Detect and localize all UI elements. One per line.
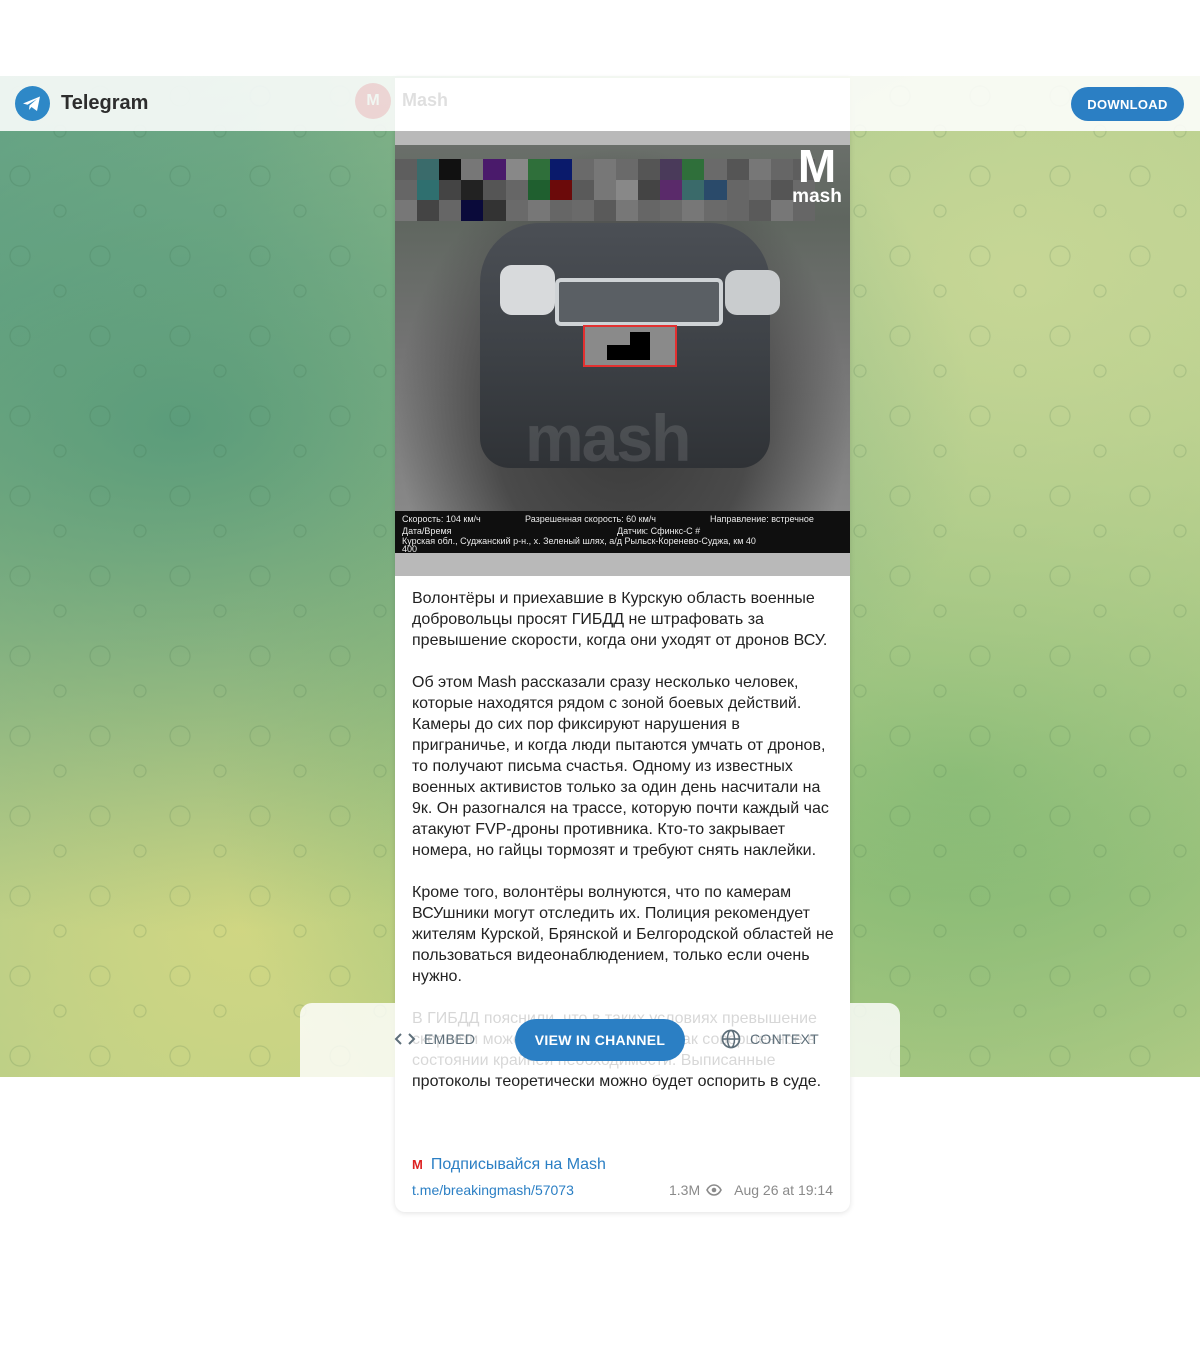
post-photo[interactable]: mash M mash Скорость: 104 км/ч Разрешенн… — [395, 131, 850, 576]
embed-button[interactable]: EMBED — [394, 1031, 475, 1047]
post-paragraph: Кроме того, волонтёры волнуются, что по … — [412, 884, 834, 985]
car-headlight-left — [500, 265, 555, 315]
pixelated-area — [395, 159, 815, 221]
car-grille — [555, 278, 723, 326]
post-link[interactable]: t.me/breakingmash/57073 — [412, 1182, 574, 1198]
post-date: Aug 26 at 19:14 — [734, 1182, 833, 1198]
overlay-direction: Направление: встречное — [710, 514, 814, 524]
overlay-allowed-speed: Разрешенная скорость: 60 км/ч — [525, 514, 656, 524]
photo-scene: mash — [395, 145, 850, 511]
embed-label: EMBED — [424, 1031, 476, 1047]
plate-censor-block — [630, 332, 650, 360]
overlay-location: Курская обл., Суджанский р-н., х. Зелены… — [402, 536, 756, 546]
channel-name: Mash — [402, 90, 449, 110]
mash-logo: M mash — [788, 140, 846, 208]
mash-m-icon: M — [412, 1157, 423, 1172]
download-button[interactable]: DOWNLOAD — [1071, 87, 1184, 121]
camera-data-overlay: Скорость: 104 км/ч Разрешенная скорость:… — [395, 511, 850, 554]
car-headlight-right — [725, 270, 780, 315]
code-brackets-icon — [394, 1033, 416, 1045]
context-label: CONTEXT — [750, 1031, 819, 1047]
mash-logo-letter: M — [797, 140, 837, 192]
subscribe-text[interactable]: Подписывайся на Mash — [431, 1156, 606, 1173]
eye-icon — [706, 1184, 723, 1196]
post-paragraph: Волонтёры и приехавшие в Курскую область… — [412, 590, 828, 649]
photo-watermark: mash — [525, 401, 691, 475]
subscribe-link[interactable]: M Подписывайся на Mash — [412, 1156, 606, 1174]
mash-logo-text: mash — [792, 186, 842, 207]
post-meta: 1.3M Aug 26 at 19:14 — [669, 1182, 833, 1198]
app-title[interactable]: Telegram — [61, 92, 148, 115]
telegram-logo-icon[interactable] — [15, 86, 50, 121]
bottom-action-bar: EMBED VIEW IN CHANNEL CONTEXT — [300, 1003, 900, 1077]
view-in-channel-button[interactable]: VIEW IN CHANNEL — [515, 1019, 685, 1061]
globe-icon — [721, 1029, 741, 1049]
channel-avatar: M — [355, 83, 391, 119]
post-paragraph: Об этом Mash рассказали сразу несколько … — [412, 674, 829, 859]
overlay-extra: 400 — [402, 544, 418, 554]
overlay-speed: Скорость: 104 км/ч — [402, 514, 481, 524]
view-count: 1.3M — [669, 1182, 701, 1198]
context-button[interactable]: CONTEXT — [721, 1029, 819, 1049]
plate-censor-block — [607, 345, 632, 360]
channel-header-ghost: M Mash — [350, 78, 850, 128]
